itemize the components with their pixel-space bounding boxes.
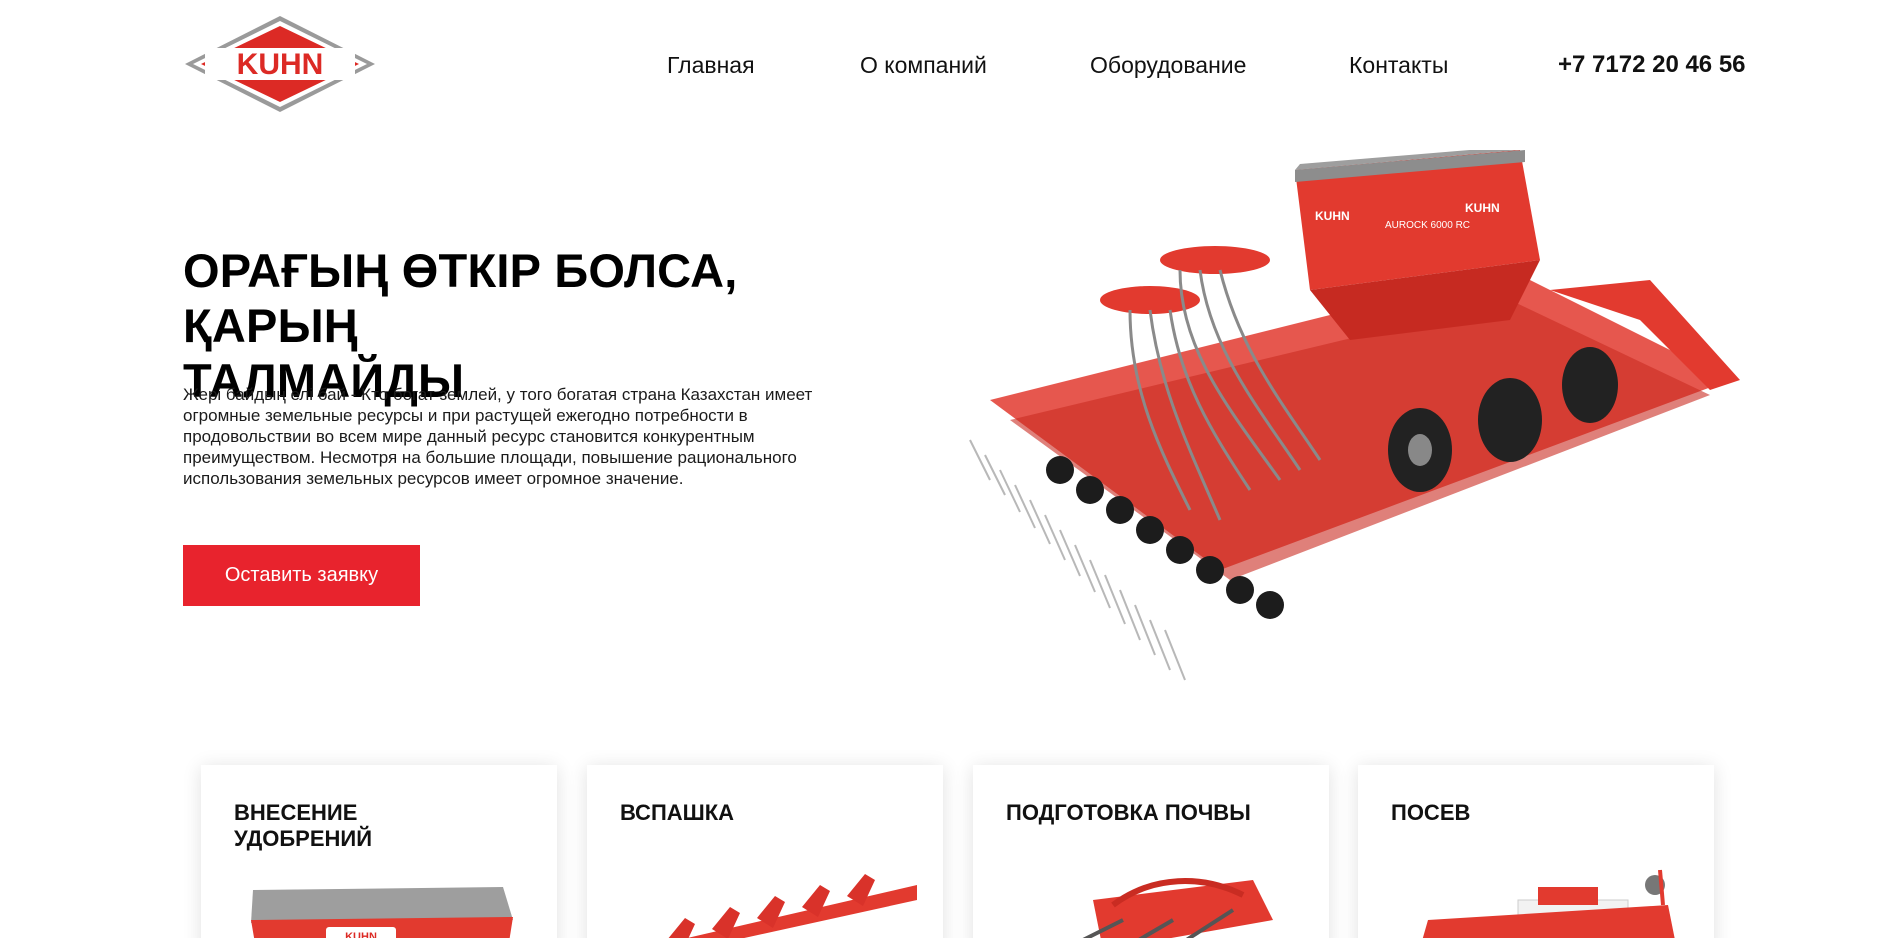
hero-description: Жері байдың елі бай - Кто богат землей, … — [183, 385, 813, 488]
svg-text:KUHN: KUHN — [237, 48, 324, 81]
submit-request-button[interactable]: Оставить заявку — [183, 545, 420, 606]
nav-equipment[interactable]: Оборудование — [1090, 52, 1246, 79]
category-title: ПОДГОТОВКА ПОЧВЫ — [1006, 800, 1251, 825]
category-card-ploughing[interactable]: ВСПАШКА — [587, 765, 943, 938]
cultivator-image — [1082, 878, 1273, 938]
plough-image — [668, 874, 917, 938]
spreader-image: KUHN — [251, 887, 513, 938]
category-title: ВНЕСЕНИЕ УДОБРЕНИЙ — [234, 800, 373, 851]
category-title: ВСПАШКА — [620, 800, 735, 825]
category-card-soil-preparation[interactable]: ПОДГОТОВКА ПОЧВЫ — [973, 765, 1329, 938]
nav-home[interactable]: Главная — [667, 52, 755, 79]
site-header: KUHN Главная О компаний Оборудование Кон… — [0, 0, 1902, 130]
svg-text:AUROCK 6000 RC: AUROCK 6000 RC — [1385, 220, 1470, 231]
seeder-image — [1422, 869, 1675, 938]
nav-about[interactable]: О компаний — [860, 52, 987, 79]
category-title: ПОСЕВ — [1391, 800, 1471, 825]
svg-text:KUHN: KUHN — [1315, 209, 1350, 223]
nav-contacts[interactable]: Контакты — [1349, 52, 1448, 79]
kuhn-logo[interactable]: KUHN — [183, 14, 377, 114]
phone-link[interactable]: +7 7172 20 46 56 — [1558, 51, 1746, 79]
category-card-fertilizing[interactable]: ВНЕСЕНИЕ УДОБРЕНИЙ KUHN — [201, 765, 557, 938]
category-card-sowing[interactable]: ПОСЕВ — [1358, 765, 1714, 938]
svg-text:KUHN: KUHN — [1465, 201, 1500, 215]
seed-drill-image: AUROCK 6000 RC KUHN KUHN — [969, 150, 1740, 681]
hero-title-line1: ОРАҒЫҢ ӨТКІР БОЛСА, ҚАРЫҢ — [183, 244, 738, 352]
svg-text:KUHN: KUHN — [345, 931, 377, 938]
